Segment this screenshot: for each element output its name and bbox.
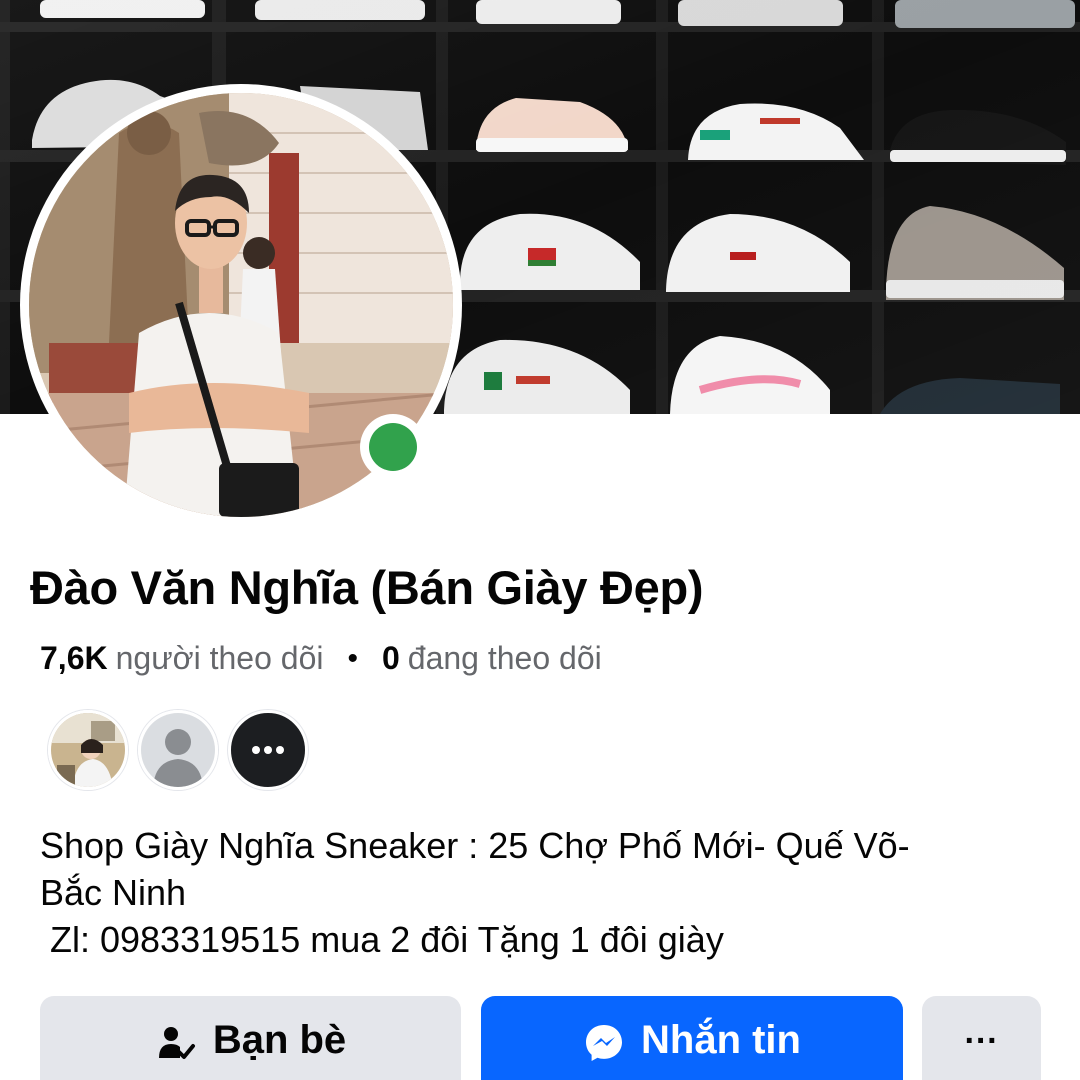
friend-avatar-1[interactable] <box>48 710 128 790</box>
friend-check-icon <box>155 1022 197 1064</box>
following-count[interactable]: 0 <box>382 640 400 677</box>
online-dot-icon <box>369 423 417 471</box>
followers-label[interactable]: người theo dõi <box>116 640 324 677</box>
following-label[interactable]: đang theo dõi <box>408 640 602 677</box>
more-options-icon: ··· <box>964 1022 999 1060</box>
profile-stats: 7,6K người theo dõi • 0 đang theo dõi <box>40 640 602 677</box>
friends-preview[interactable] <box>48 710 308 790</box>
profile-name: Đào Văn Nghĩa (Bán Giày Đẹp) <box>30 561 704 614</box>
friends-more-button[interactable] <box>228 710 308 790</box>
profile-bio: Shop Giày Nghĩa Sneaker : 25 Chợ Phố Mới… <box>40 822 1050 963</box>
default-user-icon <box>141 713 215 787</box>
followers-count[interactable]: 7,6K <box>40 640 108 677</box>
friends-button-label: Bạn bè <box>212 1018 347 1062</box>
bio-line-1: Shop Giày Nghĩa Sneaker : 25 Chợ Phố Mới… <box>40 825 910 866</box>
friend-photo <box>51 713 125 787</box>
bio-line-2: Bắc Ninh <box>40 872 187 913</box>
message-button[interactable]: Nhắn tin <box>481 996 903 1080</box>
more-options-button[interactable]: ··· <box>922 996 1041 1080</box>
stats-separator: • <box>347 641 358 675</box>
more-dots-icon <box>252 746 284 754</box>
friends-button[interactable]: Bạn bè <box>40 996 461 1080</box>
message-button-label: Nhắn tin <box>641 1018 801 1062</box>
messenger-icon <box>583 1022 625 1064</box>
friend-avatar-2[interactable] <box>138 710 218 790</box>
online-status-indicator <box>360 414 426 480</box>
bio-line-3: Zl: 0983319515 mua 2 đôi Tặng 1 đôi giày <box>40 919 724 960</box>
